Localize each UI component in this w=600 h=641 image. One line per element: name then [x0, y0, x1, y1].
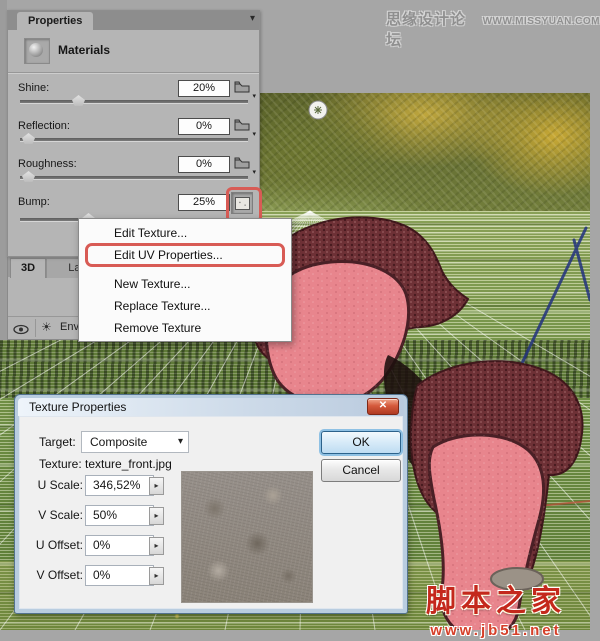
shine-slider[interactable]: [20, 100, 248, 104]
v-scale-input[interactable]: 50%: [85, 505, 154, 526]
bump-value-field[interactable]: 25%: [178, 194, 230, 211]
watermark-bottom: 脚本之家 www.jb51.net: [426, 576, 566, 639]
u-scale-input[interactable]: 346,52%: [85, 475, 154, 496]
reflection-label: Reflection:: [18, 120, 70, 132]
app-background-strip: [0, 0, 7, 340]
shine-value-field[interactable]: 20%: [178, 80, 230, 97]
shine-texture-folder-icon[interactable]: ▾: [234, 80, 254, 96]
u-scale-spinner[interactable]: ▸: [149, 477, 164, 495]
menu-item-replace-texture[interactable]: Replace Texture...: [79, 295, 291, 317]
shine-slider-thumb[interactable]: [72, 95, 85, 106]
tab-properties[interactable]: Properties: [17, 12, 93, 30]
roughness-label: Roughness:: [18, 158, 77, 170]
3d-light-widget[interactable]: [309, 101, 327, 119]
target-label: Target:: [39, 435, 76, 449]
reflection-slider-thumb[interactable]: [22, 133, 35, 144]
v-offset-spinner[interactable]: ▸: [149, 567, 164, 585]
ok-button[interactable]: OK: [321, 431, 401, 454]
visibility-eye-icon[interactable]: [13, 322, 29, 340]
properties-tabbar: Properties ▾: [8, 11, 259, 30]
u-offset-label: U Offset:: [23, 538, 83, 552]
reflection-value-field[interactable]: 0%: [178, 118, 230, 135]
panel-menu-icon[interactable]: ▾: [250, 13, 255, 24]
shine-label: Shine:: [18, 82, 49, 94]
chevron-down-icon: ▾: [178, 432, 183, 452]
roughness-value-field[interactable]: 0%: [178, 156, 230, 173]
reflection-slider[interactable]: [20, 138, 248, 142]
target-dropdown[interactable]: Composite ▾: [81, 431, 189, 453]
v-offset-label: V Offset:: [23, 568, 83, 582]
v-scale-spinner[interactable]: ▸: [149, 507, 164, 525]
menu-item-edit-uv-properties[interactable]: Edit UV Properties...: [79, 244, 291, 266]
panel-title: Materials: [58, 43, 110, 57]
menu-item-remove-texture[interactable]: Remove Texture: [79, 317, 291, 339]
texture-context-menu: Edit Texture... Edit UV Properties... Ne…: [78, 218, 292, 342]
roughness-slider[interactable]: [20, 176, 248, 180]
bump-label: Bump:: [18, 196, 50, 208]
u-scale-label: U Scale:: [23, 478, 83, 492]
v-scale-label: V Scale:: [23, 508, 83, 522]
divider: [8, 72, 259, 74]
texture-filename-label: Texture: texture_front.jpg: [39, 457, 172, 471]
texture-preview-thumbnail: [181, 471, 313, 603]
v-offset-input[interactable]: 0%: [85, 565, 154, 586]
materials-sphere-icon: [24, 38, 50, 64]
target-dropdown-value: Composite: [90, 435, 147, 449]
texture-properties-dialog: Texture Properties ✕ Target: Composite ▾…: [14, 394, 408, 614]
tab-3d[interactable]: 3D: [10, 258, 46, 278]
u-offset-input[interactable]: 0%: [85, 535, 154, 556]
environment-light-icon: ☀: [41, 320, 52, 334]
roughness-texture-folder-icon[interactable]: ▾: [234, 156, 254, 172]
screenshot-root: 思缘设计论坛 WWW.MISSYUAN.COM 脚本之家 www.jb51.ne…: [0, 0, 600, 641]
watermark-top: 思缘设计论坛 WWW.MISSYUAN.COM: [386, 8, 600, 50]
watermark-top-name: 思缘设计论坛: [386, 8, 475, 50]
reflection-texture-folder-icon[interactable]: ▾: [234, 118, 254, 134]
watermark-bottom-name: 脚本之家: [426, 576, 566, 620]
dialog-title: Texture Properties: [18, 398, 404, 416]
watermark-bottom-url: www.jb51.net: [426, 622, 566, 639]
roughness-slider-thumb[interactable]: [22, 171, 35, 182]
menu-item-new-texture[interactable]: New Texture...: [79, 273, 291, 295]
watermark-top-url: WWW.MISSYUAN.COM: [483, 16, 600, 27]
close-icon[interactable]: ✕: [367, 398, 399, 415]
divider: [35, 319, 36, 337]
u-offset-spinner[interactable]: ▸: [149, 537, 164, 555]
menu-item-edit-texture[interactable]: Edit Texture...: [79, 222, 291, 244]
cancel-button[interactable]: Cancel: [321, 459, 401, 482]
environment-label: Env: [60, 321, 79, 333]
